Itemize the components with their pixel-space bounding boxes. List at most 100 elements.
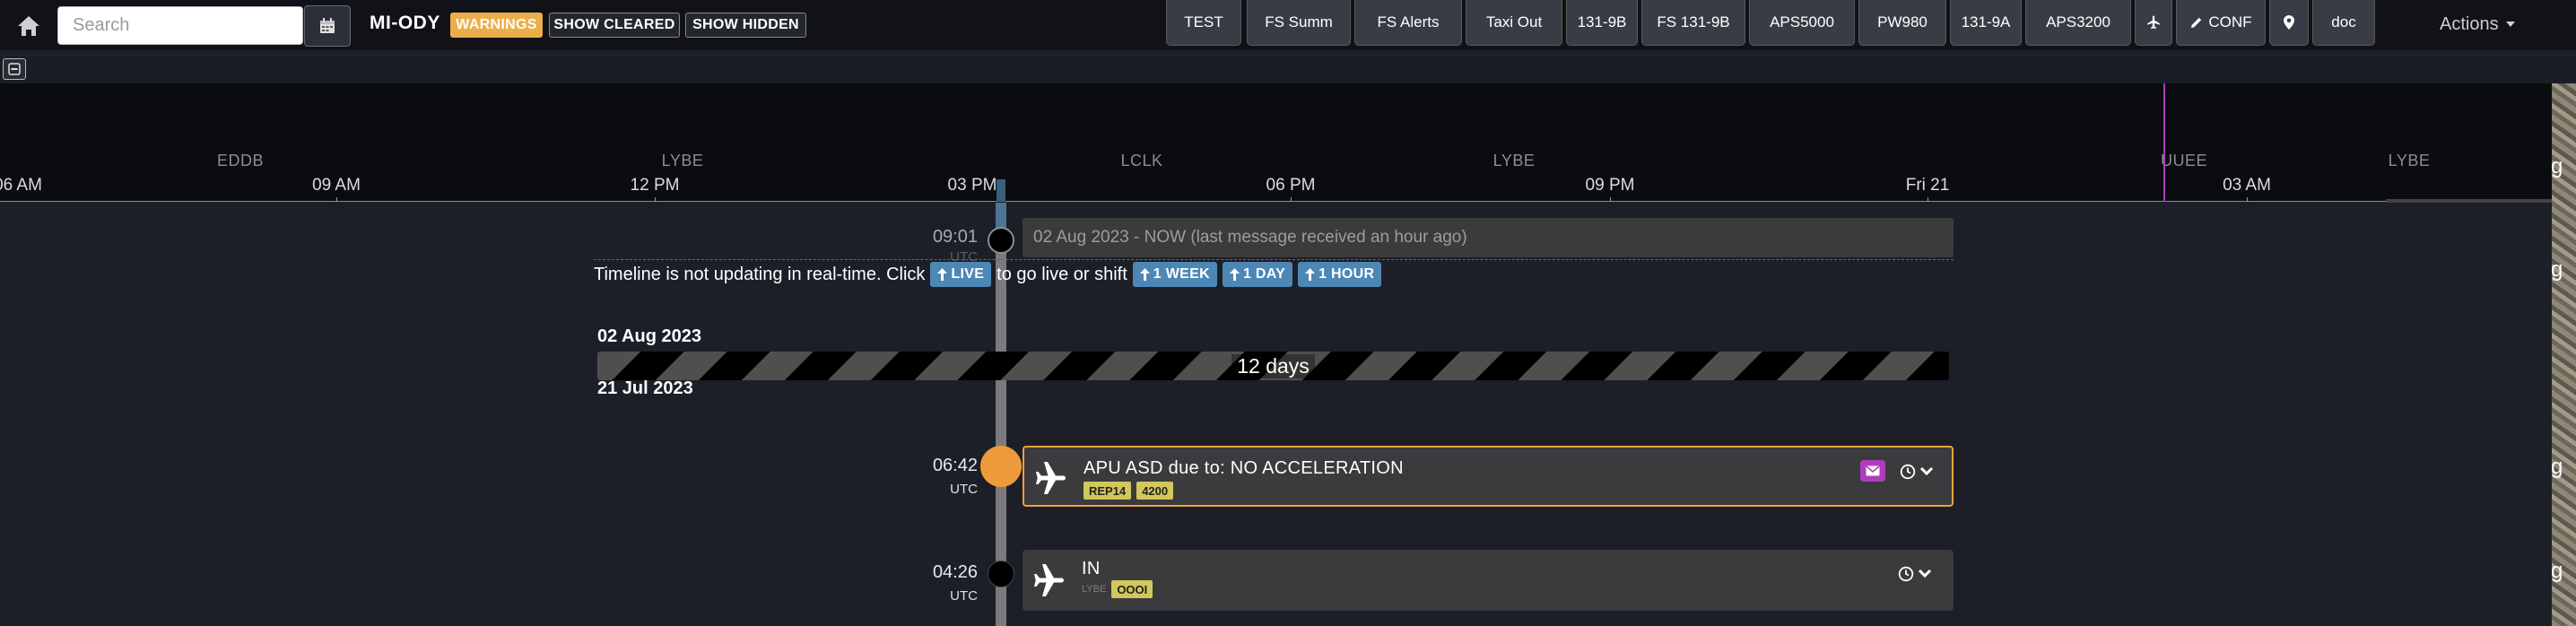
shift-1-day-label: 1 DAY [1242,266,1286,282]
event-tags: REP14 4200 [1083,482,1174,500]
event-zone: UTC [950,482,978,497]
overview-tick [655,197,656,202]
event-time: 06:42 [932,456,978,475]
event-card[interactable]: IN LYBE OOOI [1023,550,1954,611]
home-icon [18,16,39,36]
doc-button[interactable]: doc [2312,0,2375,46]
go-live-label: LIVE [951,266,985,282]
now-card: 02 Aug 2023 - NOW (last message received… [1023,218,1954,257]
event-time-label: 06:42 UTC [897,456,978,497]
conf-button[interactable]: CONF [2176,0,2266,46]
shift-1-week-button[interactable]: 1 WEEK [1132,262,1217,287]
minus-square-icon [8,63,21,75]
arrow-up-icon [1305,268,1316,281]
edge-glyph: g [2551,154,2563,178]
plane-icon [2147,15,2160,30]
shift-1-day-button[interactable]: 1 DAY [1222,262,1293,287]
actions-menu[interactable]: Actions [2440,11,2538,38]
map-pin-icon [2284,15,2294,30]
pencil-icon [2191,17,2202,28]
quick-button-fs-131-9b[interactable]: FS 131-9B [1641,0,1745,46]
overview-time-label: 12 PM [630,176,680,195]
event-tag: REP14 [1083,482,1132,500]
shift-1-hour-label: 1 HOUR [1318,266,1375,282]
event-options[interactable] [1900,461,1943,483]
overview-timeline[interactable]: EDDB LYBE LCLK LYBE UUEE LYBE 06 AM 09 A… [0,83,2552,203]
location-button[interactable] [2269,0,2309,46]
quick-button-aps5000[interactable]: APS5000 [1749,0,1855,46]
chevron-down-icon [1919,466,1934,476]
go-live-button[interactable]: LIVE [930,262,992,287]
show-cleared-button[interactable]: SHOW CLEARED [549,13,680,38]
tail-number: MI-ODY [370,13,440,33]
conf-label: CONF [2208,13,2252,30]
message-button[interactable] [1860,460,1885,482]
calendar-icon [320,18,335,33]
overview-time-label: 03 PM [947,176,997,195]
arrow-up-icon [1229,268,1240,281]
envelope-icon [1866,465,1880,476]
quick-button-test[interactable]: TEST [1166,0,1241,46]
event-options[interactable] [1898,563,1941,585]
now-time: 09:01 [932,227,978,247]
gap-start-date: 21 Jul 2023 [597,378,693,398]
edge-glyph: g [2551,559,2563,583]
shift-1-hour-button[interactable]: 1 HOUR [1298,262,1382,287]
event-zone: UTC [950,588,978,604]
plane-icon [1034,564,1064,596]
overview-location: LCLK [1120,152,1163,170]
actions-label: Actions [2440,13,2499,34]
realtime-notice: Timeline is not updating in real-time. C… [594,259,1382,290]
event-severity-node [988,561,1014,587]
quick-button-pw980[interactable]: PW980 [1858,0,1946,46]
arrow-up-icon [1139,268,1150,281]
collapse-button[interactable] [3,58,26,80]
event-tag: OOOI [1111,580,1153,598]
shift-1-week-label: 1 WEEK [1153,266,1210,282]
quick-button-aps3200[interactable]: APS3200 [2025,0,2131,46]
overview-location: UUEE [2160,152,2208,170]
overview-location: LYBE [2388,152,2431,170]
flight-button[interactable] [2135,0,2172,46]
quick-button-fs-alerts[interactable]: FS Alerts [1354,0,1462,46]
event-tags: LYBE OOOI [1082,580,1153,598]
gap-duration: 12 days [1231,353,1315,378]
event-time-label: 04:26 UTC [897,562,978,604]
overview-time-label: 03 AM [2223,176,2271,195]
chevron-down-icon [1918,569,1932,578]
search-input[interactable] [57,6,303,45]
home-button[interactable] [13,11,45,41]
overview-tick [1291,197,1292,202]
overview-location: LYBE [661,152,704,170]
arrow-up-icon [937,268,948,281]
time-gap-bar: 12 days [597,352,1949,380]
overview-tick [336,197,337,202]
overview-time-label: 09 PM [1585,176,1635,195]
show-hidden-button[interactable]: SHOW HIDDEN [685,13,806,38]
event-title: IN [1082,559,1101,578]
timeline-control-row [0,57,2576,83]
quick-button-131-9a[interactable]: 131-9A [1950,0,2022,46]
gap-end-date: 02 Aug 2023 [597,326,701,346]
now-node [988,227,1014,254]
overview-current-window [996,179,1005,202]
overview-marker-line [2163,83,2165,202]
notice-text-before: Timeline is not updating in real-time. C… [594,264,926,284]
clock-icon [1900,464,1916,480]
overview-time-label: 09 AM [312,176,361,195]
event-severity-node [980,446,1022,487]
overview-time-label: Fri 21 [1905,176,1950,195]
overview-location: EDDB [216,152,265,170]
overview-tick [2247,197,2248,202]
now-card-text: 02 Aug 2023 - NOW (last message received… [1033,228,1467,247]
event-location: LYBE [1082,584,1107,595]
quick-button-taxi-out[interactable]: Taxi Out [1466,0,1562,46]
quick-button-fs-summ[interactable]: FS Summ [1247,0,1351,46]
event-card[interactable]: APU ASD due to: NO ACCELERATION REP14 42… [1023,446,1954,507]
edge-glyph: g [2551,257,2563,282]
calendar-button[interactable] [304,5,351,47]
overview-time-label: 06 PM [1266,176,1316,195]
quick-button-131-9b[interactable]: 131-9B [1566,0,1638,46]
warnings-button[interactable]: WARNINGS [450,13,543,38]
overview-location: LYBE [1493,152,1536,170]
